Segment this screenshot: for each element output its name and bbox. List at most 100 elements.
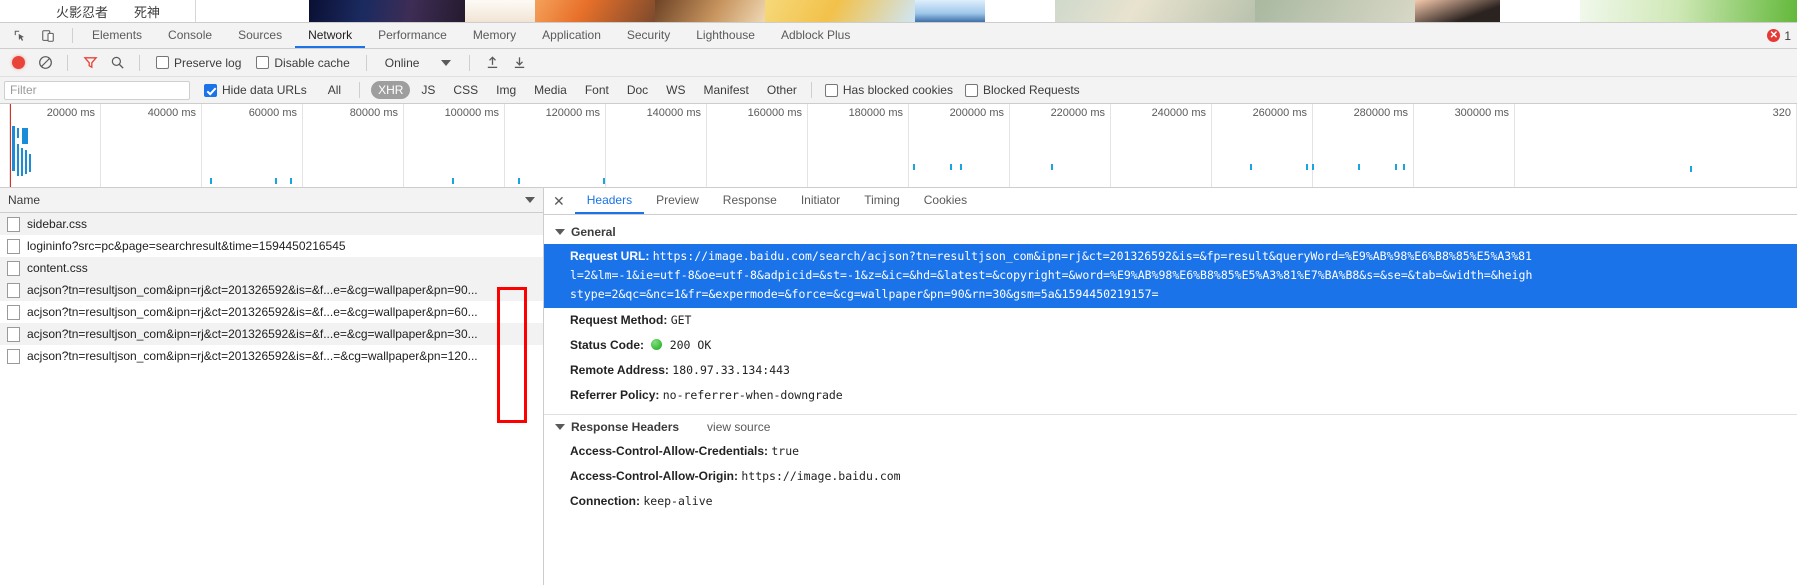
response-headers-section-header[interactable]: Response Headers view source	[544, 415, 1797, 439]
request-list-header[interactable]: Name	[0, 188, 543, 213]
tab-timing[interactable]: Timing	[852, 188, 912, 214]
chevron-down-icon[interactable]	[525, 197, 535, 203]
inspect-element-icon[interactable]	[8, 25, 32, 47]
clear-button[interactable]	[33, 52, 57, 74]
type-filter-font[interactable]: Font	[578, 81, 616, 99]
thumbnail[interactable]	[1580, 0, 1797, 22]
overview-tick-label: 180000 ms	[848, 107, 903, 119]
overview-tick-label: 160000 ms	[747, 107, 802, 119]
request-details-pane: ✕ Headers Preview Response Initiator Tim…	[544, 188, 1797, 585]
thumbnail[interactable]	[1255, 0, 1415, 22]
close-icon[interactable]: ✕	[544, 188, 575, 214]
disable-cache-checkbox[interactable]: Disable cache	[250, 56, 355, 70]
thumbnail[interactable]	[309, 0, 465, 22]
table-row[interactable]: acjson?tn=resultjson_com&ipn=rj&ct=20132…	[0, 279, 543, 301]
tab-lighthouse[interactable]: Lighthouse	[683, 23, 768, 48]
type-filter-doc[interactable]: Doc	[620, 81, 655, 99]
resource-type-filters: All XHR JS CSS Img Media Font Doc WS Man…	[321, 81, 804, 99]
table-row[interactable]: content.css	[0, 257, 543, 279]
search-button[interactable]	[105, 52, 129, 74]
table-row[interactable]: acjson?tn=resultjson_com&ipn=rj&ct=20132…	[0, 345, 543, 367]
filter-button[interactable]	[78, 52, 102, 74]
tab-headers[interactable]: Headers	[574, 188, 645, 214]
has-blocked-cookies-checkbox[interactable]: Has blocked cookies	[819, 83, 959, 97]
preserve-log-checkbox[interactable]: Preserve log	[150, 56, 247, 70]
toolbar-divider	[469, 54, 471, 71]
thumbnail[interactable]	[1055, 0, 1255, 22]
export-har-button[interactable]	[507, 52, 531, 74]
thumbnail[interactable]	[1415, 0, 1500, 22]
thumbnail[interactable]	[915, 0, 985, 22]
request-url-row[interactable]: Request URL: https://image.baidu.com/sea…	[544, 244, 1797, 308]
tab-elements[interactable]: Elements	[79, 23, 155, 48]
type-filter-all[interactable]: All	[321, 81, 348, 99]
thumbnail[interactable]	[465, 0, 535, 22]
overview-tick-cell: 120000 ms	[505, 104, 606, 187]
overview-tick-label: 120000 ms	[545, 107, 600, 119]
response-header-key: Access-Control-Allow-Credentials:	[570, 444, 769, 458]
overview-tick-cell: 200000 ms	[909, 104, 1010, 187]
blocked-requests-label: Blocked Requests	[982, 83, 1080, 97]
thumbnail[interactable]	[196, 0, 309, 22]
type-filter-img[interactable]: Img	[489, 81, 523, 99]
network-filter-bar: Filter Hide data URLs All XHR JS CSS Img…	[0, 77, 1797, 104]
page-tab-0[interactable]: 火影忍者	[56, 2, 108, 21]
tab-memory[interactable]: Memory	[460, 23, 529, 48]
throttling-select[interactable]: Online	[377, 56, 460, 70]
tab-security[interactable]: Security	[614, 23, 683, 48]
table-row[interactable]: acjson?tn=resultjson_com&ipn=rj&ct=20132…	[0, 301, 543, 323]
table-row[interactable]: logininfo?src=pc&page=searchresult&time=…	[0, 235, 543, 257]
tab-label: Lighthouse	[696, 27, 755, 42]
page-tab-1[interactable]: 死神	[134, 2, 160, 21]
tab-response[interactable]: Response	[711, 188, 789, 214]
tab-initiator[interactable]: Initiator	[789, 188, 852, 214]
general-section-header[interactable]: General	[544, 220, 1797, 244]
tab-performance[interactable]: Performance	[365, 23, 460, 48]
import-har-button[interactable]	[480, 52, 504, 74]
toolbar-divider	[365, 54, 367, 71]
response-header-key: Access-Control-Allow-Origin:	[570, 469, 739, 483]
toolbar-divider	[67, 54, 68, 71]
type-filter-manifest[interactable]: Manifest	[697, 81, 756, 99]
overview-request-bar	[210, 178, 212, 184]
thumbnail[interactable]	[1500, 0, 1580, 22]
thumbnail[interactable]	[985, 0, 1055, 22]
hide-data-urls-checkbox[interactable]: Hide data URLs	[198, 83, 313, 97]
request-url-line2: l=2&lm=-1&ie=utf-8&oe=utf-8&adpicid=&st=…	[570, 268, 1533, 282]
type-filter-css[interactable]: CSS	[446, 81, 485, 99]
type-filter-media[interactable]: Media	[527, 81, 574, 99]
view-source-link[interactable]: view source	[707, 420, 770, 434]
thumbnail[interactable]	[535, 0, 655, 22]
referrer-policy-value: no-referrer-when-downgrade	[662, 388, 843, 402]
tab-application[interactable]: Application	[529, 23, 614, 48]
tab-label: Timing	[864, 193, 900, 207]
blocked-requests-checkbox[interactable]: Blocked Requests	[959, 83, 1086, 97]
table-row[interactable]: acjson?tn=resultjson_com&ipn=rj&ct=20132…	[0, 323, 543, 345]
device-toolbar-icon[interactable]	[36, 25, 60, 47]
table-row[interactable]: sidebar.css	[0, 213, 543, 235]
network-overview-timeline[interactable]: 20000 ms 40000 ms 60000 ms 80000 ms 1000…	[0, 104, 1797, 188]
tab-console[interactable]: Console	[155, 23, 225, 48]
type-filter-js[interactable]: JS	[414, 81, 442, 99]
overview-request-bar	[1250, 164, 1252, 170]
request-url-label: Request URL:	[570, 249, 650, 263]
request-url-line1: https://image.baidu.com/search/acjson?tn…	[652, 249, 1532, 263]
thumbnail[interactable]	[765, 0, 915, 22]
tab-preview[interactable]: Preview	[644, 188, 711, 214]
tab-adblock-plus[interactable]: Adblock Plus	[768, 23, 863, 48]
remote-address-row: Remote Address: 180.97.33.134:443	[544, 358, 1797, 383]
thumbnail[interactable]	[655, 0, 765, 22]
tab-sources[interactable]: Sources	[225, 23, 295, 48]
tab-cookies[interactable]: Cookies	[912, 188, 979, 214]
tab-label: Sources	[238, 27, 283, 42]
response-headers-section-label: Response Headers	[571, 420, 680, 434]
overview-tick-label: 280000 ms	[1353, 107, 1408, 119]
type-filter-xhr[interactable]: XHR	[371, 81, 411, 99]
type-filter-other[interactable]: Other	[760, 81, 804, 99]
tab-network[interactable]: Network	[295, 23, 366, 48]
overview-request-bar	[22, 128, 28, 144]
type-filter-ws[interactable]: WS	[659, 81, 692, 99]
filter-input[interactable]: Filter	[4, 80, 190, 100]
record-button[interactable]	[6, 52, 30, 74]
error-count-badge[interactable]: ✕ 1	[1767, 29, 1791, 43]
